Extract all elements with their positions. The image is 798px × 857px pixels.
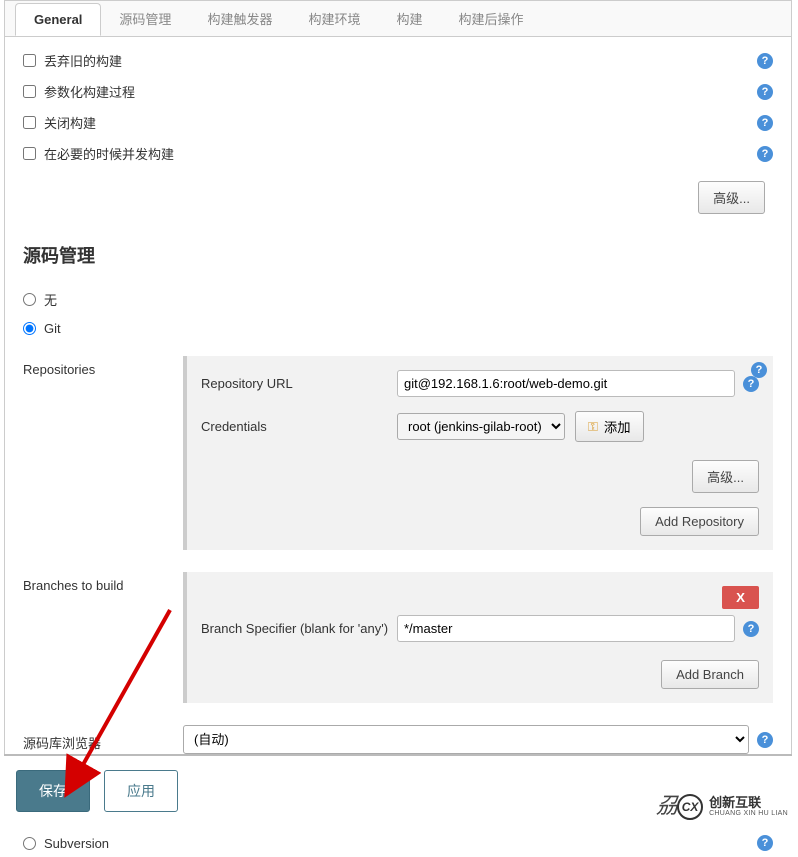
label-git: Git <box>44 321 61 336</box>
label-discard: 丢弃旧的构建 <box>44 51 122 70</box>
branch-spec-input[interactable] <box>397 615 735 642</box>
branch-spec-row: Branch Specifier (blank for 'any') ? <box>201 615 759 642</box>
radio-git[interactable] <box>23 322 36 335</box>
help-icon[interactable]: ? <box>751 362 767 378</box>
checkbox-concurrent[interactable] <box>23 147 36 160</box>
checkbox-discard[interactable] <box>23 54 36 67</box>
credentials-label: Credentials <box>201 419 397 434</box>
apply-button[interactable]: 应用 <box>104 770 178 812</box>
key-icon: ⚿ <box>588 419 598 435</box>
tab-general[interactable]: General <box>15 3 101 36</box>
row-parameterized: 参数化构建过程 ? <box>23 76 773 107</box>
radio-row-git: Git <box>23 315 773 342</box>
help-icon[interactable]: ? <box>757 115 773 131</box>
scm-section-title: 源码管理 <box>23 232 773 284</box>
repo-browser-row: 源码库浏览器 (自动) ? <box>23 725 773 754</box>
add-cred-label: 添加 <box>604 417 631 436</box>
content-area: 丢弃旧的构建 ? 参数化构建过程 ? 关闭构建 ? 在必要的时候并发构建 ? 高… <box>5 37 791 857</box>
branches-label: Branches to build <box>23 572 183 703</box>
add-branch-button[interactable]: Add Branch <box>661 660 759 689</box>
radio-none[interactable] <box>23 293 36 306</box>
row-discard: 丢弃旧的构建 ? <box>23 45 773 76</box>
credentials-select[interactable]: root (jenkins-gilab-root) <box>397 413 565 440</box>
branch-spec-label: Branch Specifier (blank for 'any') <box>201 621 397 636</box>
watermark-logo-icon: CX <box>677 794 703 820</box>
label-disable: 关闭构建 <box>44 113 96 132</box>
watermark: CX 创新互联 CHUANG XIN HU LIAN <box>677 794 788 820</box>
tab-build[interactable]: 构建 <box>378 1 440 36</box>
help-icon[interactable]: ? <box>743 376 759 392</box>
tab-scm[interactable]: 源码管理 <box>101 1 189 36</box>
label-none: 无 <box>44 290 57 309</box>
add-branch-row: Add Branch <box>201 656 759 689</box>
advanced-button[interactable]: 高级... <box>698 181 765 214</box>
watermark-scribble: 刕 <box>656 788 678 820</box>
watermark-en: CHUANG XIN HU LIAN <box>709 810 788 818</box>
repo-advanced-button[interactable]: 高级... <box>692 460 759 493</box>
checkbox-disable[interactable] <box>23 116 36 129</box>
watermark-cn: 创新互联 <box>709 796 788 810</box>
delete-branch-button[interactable]: X <box>722 586 759 609</box>
add-credentials-button[interactable]: ⚿ 添加 <box>575 411 644 442</box>
repo-buttons: 高级... <box>201 456 759 493</box>
repo-url-label: Repository URL <box>201 376 397 391</box>
row-disable: 关闭构建 ? <box>23 107 773 138</box>
checkbox-parameterized[interactable] <box>23 85 36 98</box>
advanced-row: 高级... <box>23 169 773 232</box>
label-subversion: Subversion <box>44 836 109 851</box>
add-repo-row: Add Repository <box>201 503 759 536</box>
help-icon[interactable]: ? <box>757 732 773 748</box>
tabs-bar: General 源码管理 构建触发器 构建环境 构建 构建后操作 <box>5 1 791 37</box>
repositories-body: ? Repository URL ? Credentials root (jen… <box>183 356 773 550</box>
repo-url-row: Repository URL ? <box>201 370 759 397</box>
radio-subversion[interactable] <box>23 837 36 850</box>
help-icon[interactable]: ? <box>757 53 773 69</box>
repo-url-input[interactable] <box>397 370 735 397</box>
tab-postbuild[interactable]: 构建后操作 <box>440 1 541 36</box>
repo-browser-label: 源码库浏览器 <box>23 727 183 752</box>
credentials-row: Credentials root (jenkins-gilab-root) ⚿ … <box>201 411 759 442</box>
git-settings: Repositories ? Repository URL ? Credenti… <box>23 356 773 807</box>
repositories-block: Repositories ? Repository URL ? Credenti… <box>23 356 773 550</box>
add-repository-button[interactable]: Add Repository <box>640 507 759 536</box>
repositories-label: Repositories <box>23 356 183 550</box>
repo-browser-select[interactable]: (自动) <box>183 725 749 754</box>
label-parameterized: 参数化构建过程 <box>44 82 135 101</box>
tab-env[interactable]: 构建环境 <box>290 1 378 36</box>
help-icon[interactable]: ? <box>757 146 773 162</box>
save-button[interactable]: 保存 <box>16 770 90 812</box>
branches-body: X Branch Specifier (blank for 'any') ? A… <box>183 572 773 703</box>
label-concurrent: 在必要的时候并发构建 <box>44 144 174 163</box>
help-icon[interactable]: ? <box>757 835 773 851</box>
row-concurrent: 在必要的时候并发构建 ? <box>23 138 773 169</box>
radio-row-svn: Subversion ? <box>23 829 773 857</box>
branches-block: Branches to build X Branch Specifier (bl… <box>23 572 773 703</box>
tab-triggers[interactable]: 构建触发器 <box>189 1 290 36</box>
help-icon[interactable]: ? <box>743 621 759 637</box>
watermark-text: 创新互联 CHUANG XIN HU LIAN <box>709 796 788 818</box>
help-icon[interactable]: ? <box>757 84 773 100</box>
radio-row-none: 无 <box>23 284 773 315</box>
config-panel: General 源码管理 构建触发器 构建环境 构建 构建后操作 丢弃旧的构建 … <box>4 0 792 820</box>
